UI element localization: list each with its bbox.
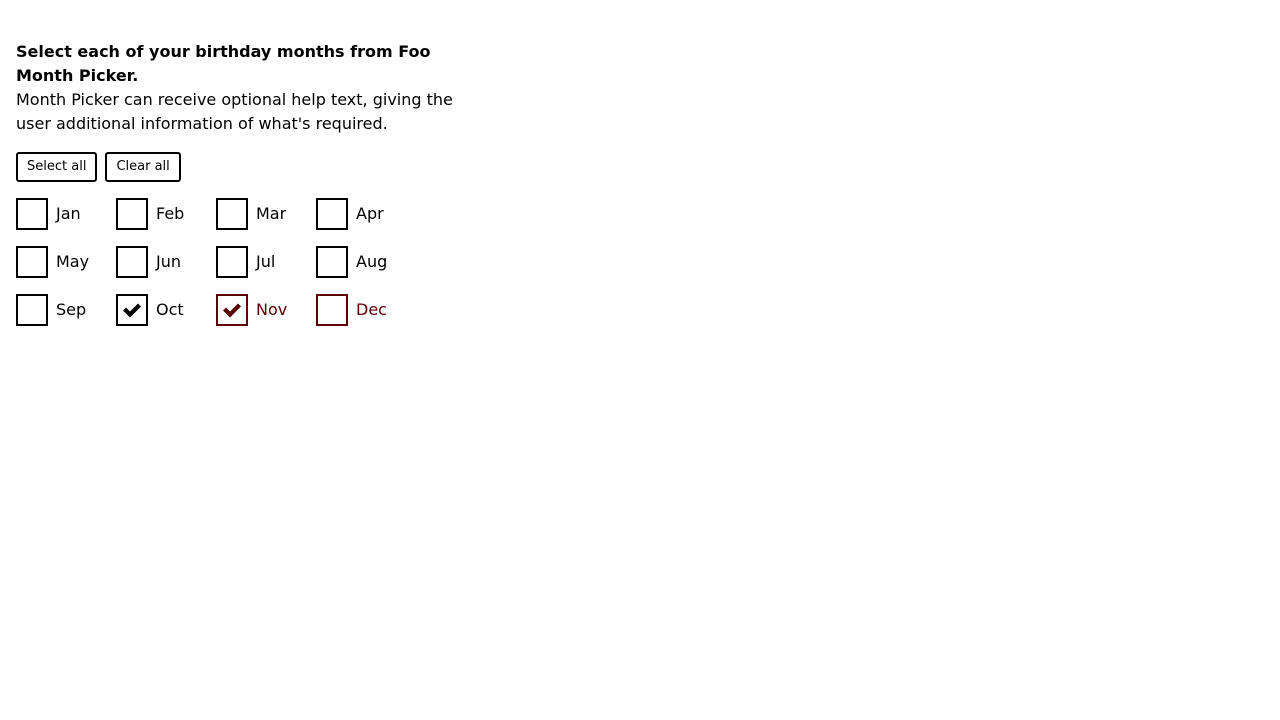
month-checkbox[interactable] (316, 294, 348, 326)
month-checkbox[interactable] (16, 246, 48, 278)
clear-all-button[interactable]: Clear all (105, 152, 181, 182)
month-label: Jun (156, 252, 181, 271)
month-option-may[interactable]: May (16, 246, 116, 278)
month-label: Jan (56, 204, 81, 223)
select-all-button[interactable]: Select all (16, 152, 98, 182)
month-option-dec[interactable]: Dec (316, 294, 416, 326)
month-label: Apr (356, 204, 384, 223)
month-checkbox[interactable] (116, 198, 148, 230)
month-checkbox[interactable] (16, 198, 48, 230)
month-label: Feb (156, 204, 185, 223)
month-checkbox[interactable] (216, 198, 248, 230)
month-option-aug[interactable]: Aug (316, 246, 416, 278)
month-picker-form: Select each of your birthday months from… (16, 40, 476, 326)
month-checkbox[interactable] (316, 198, 348, 230)
month-checkbox[interactable] (16, 294, 48, 326)
month-option-sep[interactable]: Sep (16, 294, 116, 326)
month-label: Sep (56, 300, 87, 319)
month-label: Aug (356, 252, 388, 271)
month-option-jun[interactable]: Jun (116, 246, 216, 278)
month-option-nov[interactable]: Nov (216, 294, 316, 326)
month-label: Dec (356, 300, 387, 319)
month-option-jul[interactable]: Jul (216, 246, 316, 278)
months-grid: Jan Feb Mar Apr May Jun Jul Aug Sep Oct … (16, 198, 476, 326)
checkmark-icon (123, 303, 141, 318)
month-label: Nov (256, 300, 288, 319)
month-label: May (56, 252, 90, 271)
month-label: Mar (256, 204, 287, 223)
action-buttons: Select all Clear all (16, 152, 476, 182)
month-checkbox[interactable] (116, 246, 148, 278)
help-text: Month Picker can receive optional help t… (16, 90, 453, 133)
month-checkbox[interactable] (316, 246, 348, 278)
form-title: Select each of your birthday months from… (16, 42, 431, 85)
month-option-oct[interactable]: Oct (116, 294, 216, 326)
month-checkbox[interactable] (216, 294, 248, 326)
month-label: Oct (156, 300, 184, 319)
month-checkbox[interactable] (116, 294, 148, 326)
month-option-feb[interactable]: Feb (116, 198, 216, 230)
month-option-apr[interactable]: Apr (316, 198, 416, 230)
month-checkbox[interactable] (216, 246, 248, 278)
checkmark-icon (223, 303, 241, 318)
month-label: Jul (256, 252, 276, 271)
month-option-mar[interactable]: Mar (216, 198, 316, 230)
month-option-jan[interactable]: Jan (16, 198, 116, 230)
